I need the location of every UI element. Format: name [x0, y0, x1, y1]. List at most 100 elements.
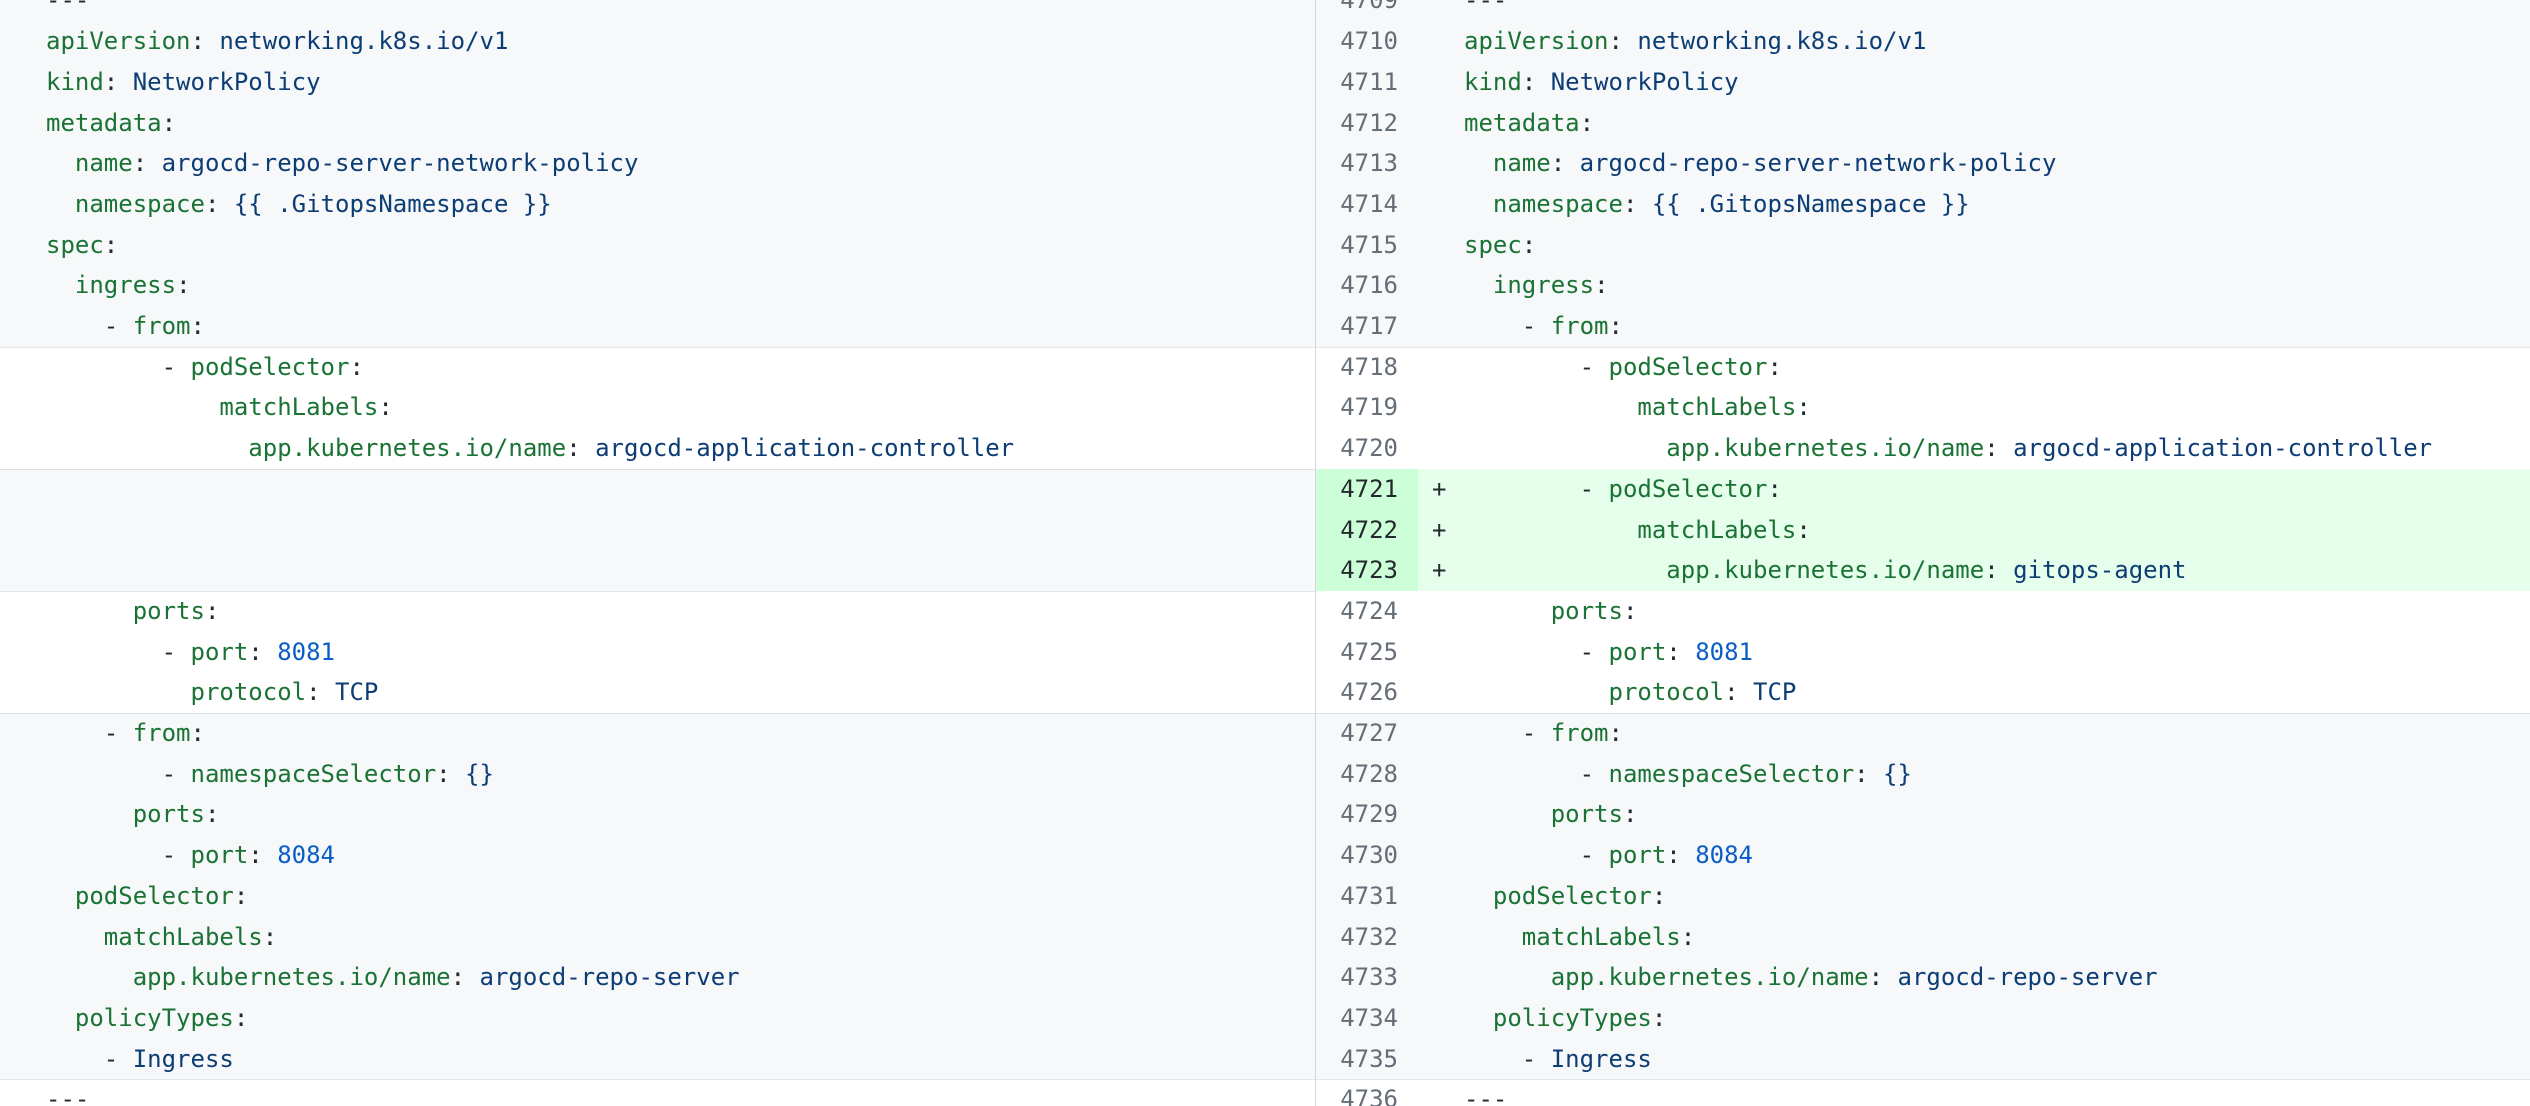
old-code-cell: protocol: TCP — [0, 672, 1315, 713]
old-code-cell: --- — [0, 0, 1315, 21]
old-code-cell: policyTypes: — [0, 998, 1315, 1039]
new-line-number[interactable]: 4718 — [1315, 347, 1418, 388]
old-code-cell: apiVersion: networking.k8s.io/v1 — [0, 21, 1315, 62]
code-line: --- — [46, 1085, 89, 1106]
code-line: - port: 8084 — [1464, 841, 1753, 869]
code-line: ports: — [46, 597, 219, 625]
code-line: namespace: {{ .GitopsNamespace }} — [46, 190, 552, 218]
old-code-cell: ports: — [0, 591, 1315, 632]
code-line: metadata: — [46, 109, 176, 137]
code-line: podSelector: — [1464, 882, 1666, 910]
diff-row: - podSelector:4718 - podSelector: — [0, 347, 2530, 388]
code-line: ingress: — [46, 271, 191, 299]
diff-row: 4722+ matchLabels: — [0, 510, 2530, 551]
added-line-marker: + — [1432, 469, 1446, 510]
diff-row: ports:4729 ports: — [0, 794, 2530, 835]
new-line-number[interactable]: 4733 — [1315, 957, 1418, 998]
new-line-number[interactable]: 4710 — [1315, 21, 1418, 62]
code-line: namespace: {{ .GitopsNamespace }} — [1464, 190, 1970, 218]
code-line: matchLabels: — [46, 923, 277, 951]
new-code-cell: - namespaceSelector: {} — [1418, 754, 2530, 795]
new-line-number[interactable]: 4730 — [1315, 835, 1418, 876]
new-code-cell: app.kubernetes.io/name: argocd-repo-serv… — [1418, 957, 2530, 998]
old-code-cell: ingress: — [0, 265, 1315, 306]
new-line-number[interactable]: 4712 — [1315, 103, 1418, 144]
new-code-cell: - port: 8081 — [1418, 632, 2530, 673]
new-code-cell: - Ingress — [1418, 1039, 2530, 1080]
code-line: spec: — [46, 231, 118, 259]
new-code-cell: ports: — [1418, 591, 2530, 632]
code-line: - podSelector: — [46, 353, 364, 381]
new-line-number[interactable]: 4735 — [1315, 1039, 1418, 1080]
new-line-number[interactable]: 4722 — [1315, 510, 1418, 551]
new-line-number[interactable]: 4717 — [1315, 306, 1418, 347]
diff-split-view: ---4709---apiVersion: networking.k8s.io/… — [0, 0, 2530, 1106]
code-line: - from: — [1464, 312, 1623, 340]
code-line: app.kubernetes.io/name: gitops-agent — [1464, 556, 2186, 584]
new-code-cell: kind: NetworkPolicy — [1418, 62, 2530, 103]
new-line-number[interactable]: 4711 — [1315, 62, 1418, 103]
new-code-cell: ingress: — [1418, 265, 2530, 306]
old-code-cell: - from: — [0, 713, 1315, 754]
new-code-cell: - from: — [1418, 306, 2530, 347]
diff-row: namespace: {{ .GitopsNamespace }} 4714 na… — [0, 184, 2530, 225]
new-code-cell: - podSelector: — [1418, 347, 2530, 388]
new-line-number[interactable]: 4736 — [1315, 1079, 1418, 1106]
new-line-number[interactable]: 4728 — [1315, 754, 1418, 795]
code-line: - namespaceSelector: {} — [46, 760, 494, 788]
new-line-number[interactable]: 4713 — [1315, 143, 1418, 184]
code-line: - Ingress — [46, 1045, 234, 1073]
new-line-number[interactable]: 4723 — [1315, 550, 1418, 591]
new-code-cell: + - podSelector: — [1418, 469, 2530, 510]
code-line: ingress: — [1464, 271, 1609, 299]
new-code-cell: + matchLabels: — [1418, 510, 2530, 551]
code-line: name: argocd-repo-server-network-policy — [46, 149, 638, 177]
diff-row: protocol: TCP4726 protocol: TCP — [0, 672, 2530, 713]
new-code-cell: --- — [1418, 1079, 2530, 1106]
diff-row: name: argocd-repo-server-network-policy 4… — [0, 143, 2530, 184]
diff-row: - from: 4717 - from: — [0, 306, 2530, 347]
old-code-cell: matchLabels: — [0, 917, 1315, 958]
diff-row: 4721+ - podSelector: — [0, 469, 2530, 510]
new-line-number[interactable]: 4716 — [1315, 265, 1418, 306]
new-line-number[interactable]: 4719 — [1315, 387, 1418, 428]
new-line-number[interactable]: 4715 — [1315, 225, 1418, 266]
old-empty-placeholder-cell — [0, 469, 1315, 510]
new-line-number[interactable]: 4714 — [1315, 184, 1418, 225]
new-line-number[interactable]: 4721 — [1315, 469, 1418, 510]
code-line: podSelector: — [46, 882, 248, 910]
new-line-number[interactable]: 4720 — [1315, 428, 1418, 469]
new-code-cell: app.kubernetes.io/name: argocd-applicati… — [1418, 428, 2530, 469]
new-line-number[interactable]: 4731 — [1315, 876, 1418, 917]
new-line-number[interactable]: 4709 — [1315, 0, 1418, 21]
new-line-number[interactable]: 4727 — [1315, 713, 1418, 754]
diff-row: matchLabels:4732 matchLabels: — [0, 917, 2530, 958]
old-code-cell: matchLabels: — [0, 387, 1315, 428]
old-code-cell: podSelector: — [0, 876, 1315, 917]
new-line-number[interactable]: 4726 — [1315, 672, 1418, 713]
code-line: app.kubernetes.io/name: argocd-repo-serv… — [1464, 963, 2158, 991]
diff-rows: ---4709---apiVersion: networking.k8s.io/… — [0, 0, 2530, 1106]
old-code-cell: --- — [0, 1079, 1315, 1106]
new-code-cell: metadata: — [1418, 103, 2530, 144]
diff-row: app.kubernetes.io/name: argocd-repo-serv… — [0, 957, 2530, 998]
diff-row: app.kubernetes.io/name: argocd-applicati… — [0, 428, 2530, 469]
code-line: - podSelector: — [1464, 475, 1782, 503]
code-line: ports: — [46, 800, 219, 828]
code-line: - from: — [46, 312, 205, 340]
new-line-number[interactable]: 4734 — [1315, 998, 1418, 1039]
new-code-cell: apiVersion: networking.k8s.io/v1 — [1418, 21, 2530, 62]
new-line-number[interactable]: 4732 — [1315, 917, 1418, 958]
diff-row: 4723+ app.kubernetes.io/name: gitops-age… — [0, 550, 2530, 591]
new-line-number[interactable]: 4729 — [1315, 794, 1418, 835]
old-empty-placeholder-cell — [0, 550, 1315, 591]
new-code-cell: - from: — [1418, 713, 2530, 754]
new-code-cell: ports: — [1418, 794, 2530, 835]
diff-row: apiVersion: networking.k8s.io/v14710apiV… — [0, 21, 2530, 62]
code-line: - port: 8081 — [46, 638, 335, 666]
new-line-number[interactable]: 4725 — [1315, 632, 1418, 673]
code-line: app.kubernetes.io/name: argocd-applicati… — [1464, 434, 2432, 462]
diff-row: metadata:4712metadata: — [0, 103, 2530, 144]
new-code-cell: protocol: TCP — [1418, 672, 2530, 713]
new-line-number[interactable]: 4724 — [1315, 591, 1418, 632]
